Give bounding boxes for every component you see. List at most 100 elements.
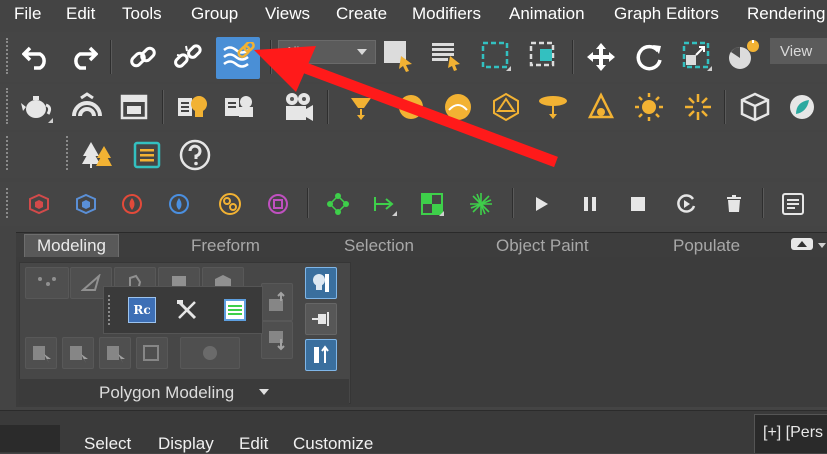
play-icon[interactable] bbox=[528, 191, 554, 217]
particle-flow-icon[interactable] bbox=[217, 191, 243, 217]
trash-icon[interactable] bbox=[721, 191, 747, 217]
menu-file[interactable]: File bbox=[14, 4, 41, 24]
window-icon[interactable] bbox=[117, 90, 151, 124]
show-end-result-button[interactable] bbox=[305, 267, 337, 299]
grow-selection-button[interactable] bbox=[25, 337, 57, 369]
stack-down-button[interactable] bbox=[261, 321, 293, 359]
hemisphere-light-icon[interactable] bbox=[394, 90, 428, 124]
chevron-down-icon[interactable] bbox=[259, 389, 269, 395]
populate-trees-icon[interactable] bbox=[80, 138, 114, 172]
light-list-icon[interactable] bbox=[175, 90, 209, 124]
toolbar-separator bbox=[327, 90, 329, 124]
spreadsheet-icon[interactable] bbox=[222, 297, 248, 323]
menu-tools[interactable]: Tools bbox=[122, 4, 162, 24]
selection-filter-dropdown[interactable]: All bbox=[278, 40, 376, 64]
menu-group[interactable]: Group bbox=[191, 4, 238, 24]
tab-modeling[interactable]: Modeling bbox=[24, 234, 119, 258]
explorer-menu-select[interactable]: Select bbox=[84, 434, 131, 454]
tab-object-paint[interactable]: Object Paint bbox=[496, 236, 589, 256]
tab-freeform[interactable]: Freeform bbox=[191, 236, 260, 256]
menu-graph-editors[interactable]: Graph Editors bbox=[614, 4, 719, 24]
tab-selection[interactable]: Selection bbox=[344, 236, 414, 256]
toolbar-separator bbox=[162, 90, 164, 124]
shapes-icon[interactable] bbox=[70, 90, 104, 124]
reset-play-icon[interactable] bbox=[673, 191, 699, 217]
select-by-name-icon[interactable] bbox=[428, 38, 462, 72]
sun-light-icon[interactable] bbox=[632, 90, 666, 124]
loop-selection-button[interactable] bbox=[99, 337, 131, 369]
bind-to-space-warp-icon[interactable] bbox=[216, 37, 260, 79]
toolbar-separator bbox=[724, 90, 726, 124]
window-crossing-icon[interactable] bbox=[526, 38, 560, 72]
rectangular-selection-region-icon[interactable] bbox=[478, 38, 512, 72]
flow-arrow-icon[interactable] bbox=[372, 191, 398, 217]
shrink-selection-button[interactable] bbox=[62, 337, 94, 369]
pause-icon[interactable] bbox=[577, 191, 603, 217]
photometric-light-icon[interactable] bbox=[584, 90, 618, 124]
menu-views[interactable]: Views bbox=[265, 4, 310, 24]
move-icon[interactable] bbox=[584, 40, 618, 74]
list-settings-icon[interactable] bbox=[780, 191, 806, 217]
recap-button[interactable]: Rc bbox=[128, 297, 156, 323]
menu-animation[interactable]: Animation bbox=[509, 4, 585, 24]
explorer-menu-edit[interactable]: Edit bbox=[239, 434, 268, 454]
geosphere-light-icon[interactable] bbox=[489, 90, 523, 124]
toolbar-grip[interactable] bbox=[6, 88, 12, 124]
tools-icon[interactable] bbox=[174, 297, 200, 323]
rotate-icon[interactable] bbox=[632, 40, 666, 74]
camera-list-icon[interactable] bbox=[222, 90, 256, 124]
water-icon[interactable] bbox=[166, 191, 192, 217]
toolbar-separator bbox=[572, 40, 574, 74]
explorer-menu-display[interactable]: Display bbox=[158, 434, 214, 454]
panel-title-bar[interactable]: Polygon Modeling bbox=[19, 379, 349, 405]
cube-red-icon[interactable] bbox=[26, 191, 52, 217]
toolbar-grip[interactable] bbox=[108, 295, 114, 325]
fire-icon[interactable] bbox=[119, 191, 145, 217]
cloth-icon[interactable] bbox=[265, 191, 291, 217]
toolbar-grip[interactable] bbox=[6, 188, 12, 218]
ring-selection-button[interactable] bbox=[136, 337, 168, 369]
menu-edit[interactable]: Edit bbox=[66, 4, 95, 24]
burst-icon[interactable] bbox=[468, 191, 494, 217]
viewport-label[interactable]: [+] [Pers bbox=[754, 414, 827, 453]
link-icon[interactable] bbox=[126, 40, 160, 74]
recap-label: Rc bbox=[133, 303, 151, 317]
undo-icon[interactable] bbox=[20, 40, 54, 74]
reference-coordinate-dropdown[interactable]: View bbox=[770, 38, 827, 64]
box-gizmo-icon[interactable] bbox=[738, 90, 772, 124]
omni-light-icon[interactable] bbox=[681, 90, 715, 124]
chevron-up-icon bbox=[797, 241, 807, 247]
place-icon[interactable] bbox=[726, 38, 760, 72]
chevron-down-icon[interactable] bbox=[818, 243, 826, 248]
toolbar-grip[interactable] bbox=[66, 136, 72, 170]
vertex-mode-button[interactable] bbox=[25, 267, 69, 299]
select-object-icon[interactable] bbox=[381, 38, 415, 72]
extras-toolbar bbox=[0, 132, 827, 178]
sphere-light-icon[interactable] bbox=[441, 90, 475, 124]
scene-explorer-icon[interactable] bbox=[130, 138, 164, 172]
teapot-icon[interactable] bbox=[20, 90, 54, 124]
scale-icon[interactable] bbox=[679, 38, 713, 72]
menu-create[interactable]: Create bbox=[336, 4, 387, 24]
node-network-icon[interactable] bbox=[325, 191, 351, 217]
stop-icon[interactable] bbox=[625, 191, 651, 217]
explorer-menu-customize[interactable]: Customize bbox=[293, 434, 373, 454]
menu-rendering[interactable]: Rendering bbox=[747, 4, 825, 24]
ribbon-minimize-button[interactable] bbox=[791, 238, 813, 250]
pin-stack-button[interactable] bbox=[305, 303, 337, 335]
disc-light-icon[interactable] bbox=[536, 90, 570, 124]
redo-icon[interactable] bbox=[66, 40, 100, 74]
help-icon[interactable] bbox=[178, 138, 212, 172]
make-unique-button[interactable] bbox=[305, 339, 337, 371]
unlink-icon[interactable] bbox=[171, 40, 205, 74]
target-spot-light-icon[interactable] bbox=[344, 90, 378, 124]
stack-up-button[interactable] bbox=[261, 283, 293, 321]
checker-icon[interactable] bbox=[419, 191, 445, 217]
particle-system-icon[interactable] bbox=[785, 90, 819, 124]
ignore-backfacing-button[interactable] bbox=[180, 337, 240, 369]
tab-populate[interactable]: Populate bbox=[673, 236, 740, 256]
menu-modifiers[interactable]: Modifiers bbox=[412, 4, 481, 24]
cube-blue-icon[interactable] bbox=[73, 191, 99, 217]
toolbar-grip[interactable] bbox=[6, 38, 12, 74]
camera-icon[interactable] bbox=[281, 90, 315, 124]
